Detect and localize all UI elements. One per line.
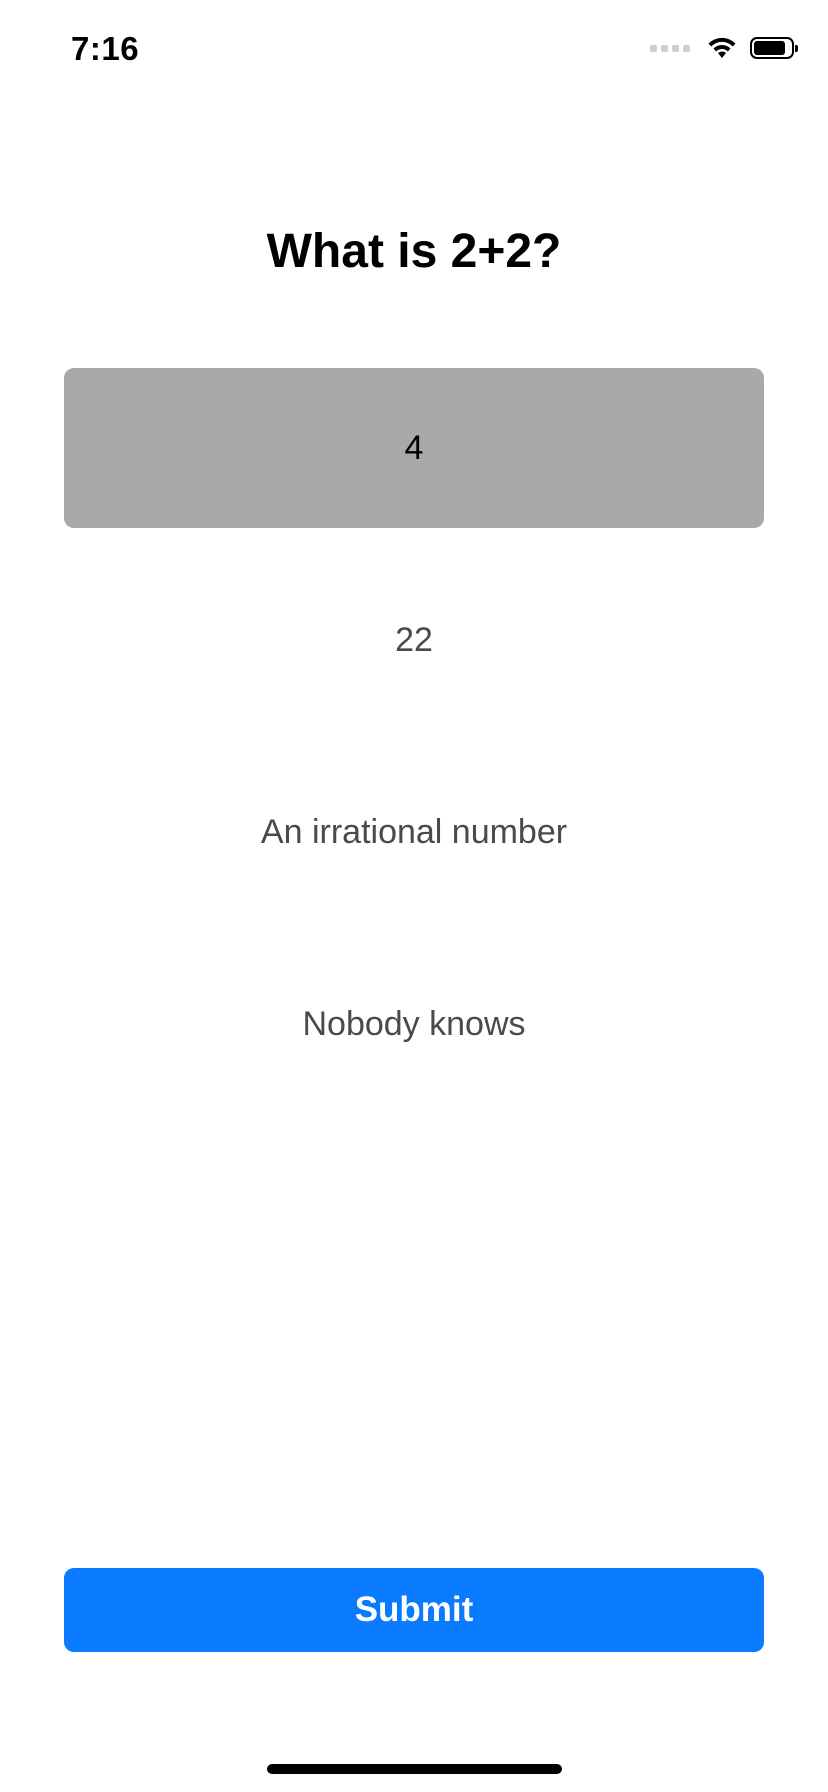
wifi-icon [708,37,736,58]
answer-label: Nobody knows [302,1004,526,1043]
status-time: 7:16 [71,30,140,67]
question-title: What is 2+2? [266,225,562,278]
status-bar: 7:16 [0,0,828,100]
status-icons [650,36,798,60]
answer-label: 22 [395,620,433,659]
answer-option[interactable]: An irrational number [64,752,764,912]
cellular-signal-icon [650,44,690,52]
answer-option[interactable]: 22 [64,560,764,720]
answer-option[interactable]: 4 [64,368,764,528]
answer-label: 4 [404,428,424,467]
answer-option[interactable]: Nobody knows [64,944,764,1104]
home-indicator [267,1764,562,1774]
answer-label: An irrational number [260,812,568,851]
submit-button[interactable]: Submit [64,1568,764,1652]
battery-icon [750,37,798,59]
answer-list: 4 22 An irrational number Nobody knows [64,368,764,1136]
